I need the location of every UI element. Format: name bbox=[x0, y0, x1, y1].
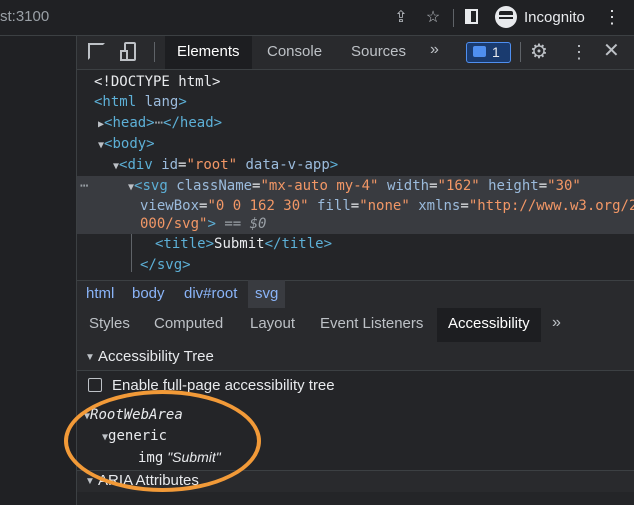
dom-head-node[interactable]: ▶<head>⋯</head> bbox=[98, 113, 222, 135]
title-text: Submit bbox=[214, 236, 265, 252]
incognito-icon[interactable] bbox=[495, 6, 517, 28]
div-attr-id: id bbox=[161, 157, 179, 173]
svg-attr-width: width bbox=[386, 178, 430, 194]
svg-height-value: "30" bbox=[547, 178, 581, 194]
dom-body-node[interactable]: ▼<body> bbox=[98, 134, 155, 156]
tab-divider bbox=[520, 42, 521, 62]
close-devtools-icon[interactable]: ✕ bbox=[603, 40, 620, 62]
settings-gear-icon[interactable]: ⚙ bbox=[530, 42, 548, 62]
svg-attr-xmlns: xmlns bbox=[418, 198, 461, 214]
annotation-highlight-ellipse bbox=[64, 390, 261, 492]
devtools-menu-icon[interactable]: ⋮ bbox=[570, 42, 588, 62]
dom-svg-line2[interactable]: viewBox="0 0 162 30" fill="none" xmlns="… bbox=[140, 196, 634, 216]
inspect-element-icon[interactable] bbox=[88, 43, 105, 60]
selected-marker: == $0 bbox=[224, 216, 267, 232]
svg-viewbox-value: "0 0 162 30" bbox=[207, 198, 309, 214]
full-page-tree-checkbox[interactable] bbox=[88, 378, 102, 392]
more-subtabs-icon[interactable]: » bbox=[552, 314, 561, 332]
accessibility-tree-title: Accessibility Tree bbox=[98, 348, 214, 365]
subtab-computed[interactable]: Computed bbox=[143, 308, 234, 342]
svg-open: <svg bbox=[134, 178, 168, 194]
incognito-label[interactable]: Incognito bbox=[524, 9, 585, 26]
svg-close: > bbox=[207, 216, 216, 232]
toolbar-divider bbox=[453, 9, 454, 27]
svg-end-tag: </svg> bbox=[140, 257, 191, 273]
subtab-styles[interactable]: Styles bbox=[78, 308, 141, 342]
svg-attr-height: height bbox=[488, 178, 539, 194]
dom-svg-line1[interactable]: ▼<svg className="mx-auto my-4" width="16… bbox=[128, 176, 581, 198]
svg-width-value: "162" bbox=[437, 178, 480, 194]
breadcrumb-svg[interactable]: svg bbox=[248, 280, 286, 308]
more-tabs-icon[interactable]: » bbox=[430, 41, 439, 59]
div-attr-id-value: "root" bbox=[186, 157, 238, 173]
browser-menu-icon[interactable]: ⋮ bbox=[603, 6, 621, 28]
dom-svg-end[interactable]: </svg> bbox=[140, 255, 191, 275]
ellipsis-icon[interactable]: ⋯ bbox=[155, 115, 163, 131]
svg-attr-classname: className bbox=[176, 178, 253, 194]
dom-html-node[interactable]: <html lang> bbox=[94, 92, 187, 112]
tab-sources[interactable]: Sources bbox=[339, 36, 418, 69]
head-close: </head> bbox=[163, 115, 223, 131]
div-attr-data-v-app: data-v-app bbox=[245, 157, 330, 173]
breadcrumb-html[interactable]: html bbox=[79, 280, 121, 308]
subtab-accessibility[interactable]: Accessibility bbox=[437, 308, 541, 342]
svg-attr-viewbox: viewBox bbox=[140, 198, 200, 214]
dom-svg-line3[interactable]: 000/svg"> == $0 bbox=[140, 214, 266, 234]
svg-xmlns-value-cont: 000/svg" bbox=[140, 216, 208, 232]
issues-count: 1 bbox=[492, 44, 500, 60]
bookmark-star-icon[interactable]: ☆ bbox=[424, 9, 442, 27]
tab-elements[interactable]: Elements bbox=[165, 36, 252, 69]
body-tag: <body> bbox=[104, 136, 155, 152]
address-bar-text[interactable]: st:3100 bbox=[0, 8, 49, 25]
indent-guide bbox=[131, 234, 132, 272]
svg-classname-value: "mx-auto my-4" bbox=[260, 178, 379, 194]
row-actions-icon[interactable]: ⋯ bbox=[80, 176, 88, 196]
html-close: > bbox=[178, 94, 187, 110]
side-panel-icon[interactable] bbox=[465, 9, 478, 24]
device-toolbar-icon-inner bbox=[120, 50, 128, 61]
dom-div-node[interactable]: ▼<div id="root" data-v-app> bbox=[113, 155, 338, 177]
breadcrumb-body[interactable]: body bbox=[125, 280, 172, 308]
subtab-layout[interactable]: Layout bbox=[239, 308, 306, 342]
title-open: <title> bbox=[155, 236, 215, 252]
svg-attr-fill: fill bbox=[317, 198, 351, 214]
breadcrumb-div-root[interactable]: div#root bbox=[177, 280, 244, 308]
div-close: > bbox=[329, 157, 339, 173]
html-attr: lang bbox=[144, 94, 179, 110]
head-open: <head> bbox=[104, 115, 155, 131]
issues-icon bbox=[473, 46, 486, 57]
tab-console[interactable]: Console bbox=[255, 36, 334, 69]
div-open: <div bbox=[119, 157, 153, 173]
share-icon[interactable]: ⇪ bbox=[392, 9, 410, 27]
tab-divider bbox=[154, 42, 155, 62]
svg-fill-value: "none" bbox=[359, 198, 410, 214]
dom-doctype[interactable]: <!DOCTYPE html> bbox=[94, 72, 220, 92]
doctype-text: <!DOCTYPE html> bbox=[94, 74, 221, 90]
pane-footer bbox=[77, 492, 634, 505]
html-open: <html bbox=[94, 94, 137, 110]
section-expanded-icon[interactable]: ▼ bbox=[85, 352, 95, 363]
svg-xmlns-value: "http://www.w3.org/2 bbox=[468, 198, 634, 214]
dom-title-node[interactable]: <title>Submit</title> bbox=[155, 234, 332, 254]
title-close: </title> bbox=[264, 236, 333, 252]
subtab-event-listeners[interactable]: Event Listeners bbox=[309, 308, 434, 342]
